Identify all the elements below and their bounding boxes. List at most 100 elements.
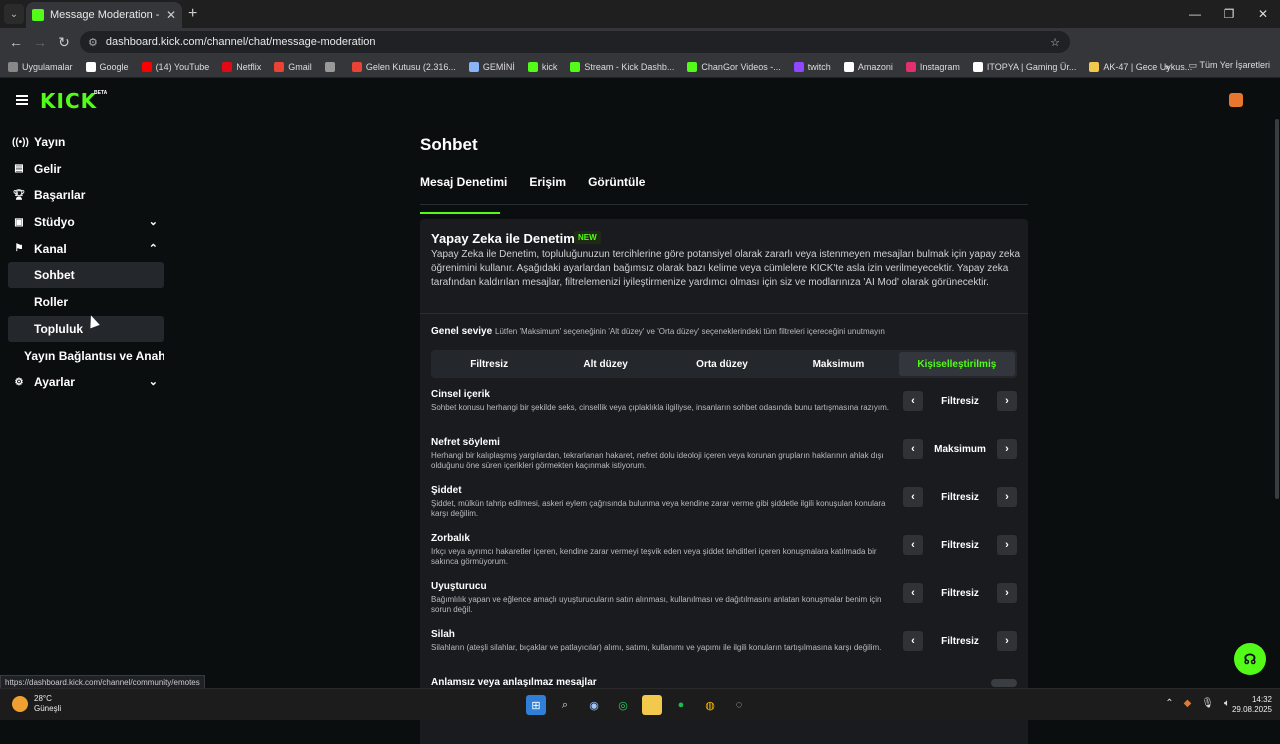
minimize-icon[interactable]: — bbox=[1178, 0, 1212, 28]
bookmarks-bar: Uygulamalar Google (14) YouTube Netflix Gmai… bbox=[0, 56, 1280, 78]
bookmark-item[interactable]: twitch bbox=[793, 61, 831, 72]
sidebar-item-gelir[interactable]: ▤ Gelir bbox=[8, 156, 164, 182]
bookmark-item[interactable]: Gmail bbox=[274, 61, 312, 72]
close-tab-icon[interactable]: ✕ bbox=[166, 8, 176, 22]
bookmark-item[interactable]: ITOPYA | Gaming Ür... bbox=[972, 61, 1076, 72]
bookmark-item[interactable]: Amazoni bbox=[843, 61, 893, 72]
chevron-left-icon[interactable]: ‹ bbox=[903, 391, 923, 411]
bookmark-item[interactable]: Gelen Kutusu (2.316... bbox=[351, 61, 456, 72]
level-stepper: ‹ Filtresiz › bbox=[903, 631, 1017, 651]
bookmark-item[interactable] bbox=[324, 61, 339, 72]
bookmark-favicon-icon bbox=[905, 61, 916, 72]
page-scrollbar[interactable] bbox=[1274, 79, 1280, 688]
sidebar-item-sohbet[interactable]: Sohbet bbox=[8, 262, 164, 289]
chevron-left-icon[interactable]: ‹ bbox=[903, 535, 923, 555]
chevron-down-icon[interactable]: ⌄ bbox=[149, 215, 158, 228]
chevron-right-icon[interactable]: › bbox=[996, 535, 1017, 555]
bookmark-item[interactable]: ChanGor Videos -... bbox=[687, 61, 781, 72]
tab-erisim[interactable]: Erişim bbox=[529, 175, 566, 204]
bookmark-item[interactable]: (14) YouTube bbox=[141, 61, 209, 72]
chevron-right-icon[interactable]: › bbox=[996, 583, 1017, 603]
level-option-kisisellestirilmis[interactable]: Kişiselleştirilmiş bbox=[898, 352, 1016, 376]
url-text[interactable]: dashboard.kick.com/channel/chat/message-… bbox=[106, 36, 1050, 48]
search-icon[interactable]: ⌕ bbox=[555, 695, 575, 715]
kick-logo[interactable]: KICK bbox=[40, 89, 97, 113]
bookmark-favicon-icon bbox=[843, 61, 854, 72]
window-close-icon[interactable]: ✕ bbox=[1246, 0, 1280, 28]
weather-widget[interactable]: 28°C Güneşli bbox=[12, 694, 61, 714]
sidebar-item-topluluk[interactable]: Topluluk bbox=[8, 315, 164, 342]
tab-mesaj-denetimi[interactable]: Mesaj Denetimi bbox=[420, 175, 507, 214]
restore-icon[interactable]: ❐ bbox=[1212, 0, 1246, 28]
level-option-orta-duzey[interactable]: Orta düzey bbox=[664, 350, 780, 378]
chevron-left-icon[interactable]: ‹ bbox=[903, 439, 923, 459]
volume-icon[interactable]: 🔈︎ bbox=[1224, 698, 1230, 709]
microphone-icon[interactable]: 🎙︎ bbox=[1201, 698, 1214, 709]
spam-toggle[interactable] bbox=[991, 679, 1017, 687]
windows-start-icon[interactable]: ⊞ bbox=[526, 695, 546, 715]
sidebar-item-basarilar[interactable]: 🏆︎ Başarılar bbox=[8, 182, 164, 208]
reload-icon[interactable]: ↻ bbox=[52, 34, 76, 51]
chevron-up-icon[interactable]: ⌃ bbox=[149, 242, 158, 255]
chevron-right-icon[interactable]: › bbox=[996, 631, 1017, 651]
chevron-right-icon[interactable]: › bbox=[996, 487, 1017, 507]
address-bar[interactable]: ⚙ dashboard.kick.com/channel/chat/messag… bbox=[80, 31, 1070, 53]
level-option-maksimum[interactable]: Maksimum bbox=[780, 350, 896, 378]
rule-zorbalik: Zorbalık Irkçı veya ayrımcı hakaretler i… bbox=[431, 533, 1017, 581]
more-bookmarks-icon[interactable]: » bbox=[1165, 62, 1170, 72]
bookmark-item[interactable]: Stream - Kick Dashb... bbox=[570, 61, 674, 72]
bookmark-item[interactable]: Netflix bbox=[222, 61, 261, 72]
sidebar-item-kanal[interactable]: ⚑ Kanal ⌃ bbox=[8, 236, 164, 262]
app-icon[interactable]: ◌ bbox=[729, 695, 749, 715]
tray-chevron-icon[interactable]: ⌃ bbox=[1165, 698, 1173, 709]
browser-tab-active[interactable]: Message Moderation - Kick Da ✕ bbox=[26, 2, 182, 28]
bookmark-item[interactable]: GEMİNİ bbox=[468, 61, 515, 72]
support-chat-button[interactable]: ☊ bbox=[1234, 643, 1266, 675]
tab-search-icon[interactable]: ⌄ bbox=[4, 4, 24, 24]
hamburger-menu-icon[interactable] bbox=[16, 95, 28, 105]
bookmark-item[interactable]: kick bbox=[527, 61, 557, 72]
sidebar-item-yayin[interactable]: ((•)) Yayın bbox=[8, 129, 164, 155]
level-option-filtresiz[interactable]: Filtresiz bbox=[431, 350, 547, 378]
all-bookmarks[interactable]: ▭ Tüm Yer İşaretleri bbox=[1189, 60, 1270, 71]
bookmark-item[interactable]: AK-47 | Gece Uykus... bbox=[1089, 61, 1192, 72]
spotify-icon[interactable]: ● bbox=[671, 695, 691, 715]
ai-moderation-card: Yapay Zeka ile Denetim NEW Yapay Zeka il… bbox=[420, 219, 1028, 744]
chrome-icon[interactable]: ◍ bbox=[700, 695, 720, 715]
site-info-icon[interactable]: ⚙ bbox=[88, 36, 98, 49]
level-option-alt-duzey[interactable]: Alt düzey bbox=[547, 350, 663, 378]
sidebar-item-stream-key[interactable]: Yayın Bağlantısı ve Anahtarı bbox=[8, 343, 164, 369]
chevron-right-icon[interactable]: › bbox=[997, 439, 1017, 459]
bookmark-item[interactable]: Instagram bbox=[905, 61, 960, 72]
sidebar-item-ayarlar[interactable]: ⚙ Ayarlar ⌄ bbox=[8, 369, 164, 395]
channel-icon: ⚑ bbox=[14, 243, 24, 255]
rule-siddet: Şiddet Şiddet, mülkün tahrip edilmesi, a… bbox=[431, 485, 1017, 533]
sidebar-item-roller[interactable]: Roller bbox=[8, 289, 164, 315]
bookmark-favicon-icon bbox=[351, 61, 362, 72]
forward-icon[interactable]: → bbox=[28, 34, 52, 50]
bookmark-favicon-icon bbox=[570, 61, 581, 72]
stepper-value: Filtresiz bbox=[941, 635, 979, 647]
bookmark-favicon-icon bbox=[793, 61, 804, 72]
file-explorer-icon[interactable] bbox=[642, 695, 662, 715]
whatsapp-icon[interactable]: ◎ bbox=[613, 695, 633, 715]
new-tab-icon[interactable]: + bbox=[188, 5, 197, 23]
tab-goruntule[interactable]: Görüntüle bbox=[588, 175, 645, 204]
chevron-down-icon[interactable]: ⌄ bbox=[149, 375, 158, 388]
user-avatar[interactable] bbox=[1229, 93, 1243, 107]
tray-app-icon[interactable]: ◆ bbox=[1184, 698, 1192, 709]
bookmark-star-icon[interactable]: ☆ bbox=[1050, 36, 1060, 49]
bookmark-favicon-icon bbox=[141, 61, 152, 72]
chevron-left-icon[interactable]: ‹ bbox=[903, 583, 923, 603]
sidebar-item-studyo[interactable]: ▣ Stüdyo ⌄ bbox=[8, 209, 164, 235]
folder-icon: ▭ bbox=[1188, 60, 1198, 70]
scrollbar-thumb[interactable] bbox=[1275, 119, 1279, 499]
chevron-right-icon[interactable]: › bbox=[996, 391, 1017, 411]
chevron-left-icon[interactable]: ‹ bbox=[903, 631, 923, 651]
bookmark-item[interactable]: Uygulamalar bbox=[8, 61, 73, 72]
back-icon[interactable]: ← bbox=[4, 34, 28, 50]
steam-icon[interactable]: ◉ bbox=[584, 695, 604, 715]
bookmark-item[interactable]: Google bbox=[85, 61, 129, 72]
chevron-left-icon[interactable]: ‹ bbox=[903, 487, 923, 507]
system-clock[interactable]: 14:32 29.08.2025 bbox=[1232, 695, 1272, 715]
